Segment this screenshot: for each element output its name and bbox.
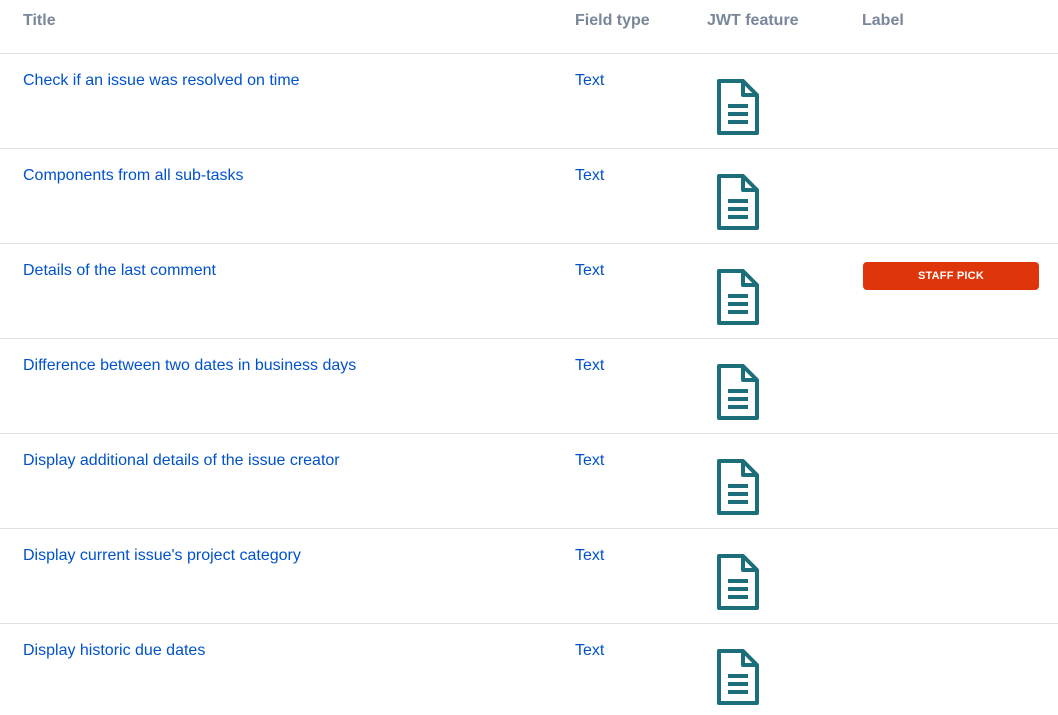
row-label [863,547,1039,575]
row-field-type[interactable]: Text [575,167,604,185]
table-row: Check if an issue was resolved on time T… [0,54,1058,149]
document-icon [714,173,762,231]
row-title-link[interactable]: Display current issue's project category [23,547,301,565]
row-title-link[interactable]: Display historic due dates [23,642,205,660]
row-field-type[interactable]: Text [575,452,604,470]
row-title-link[interactable]: Components from all sub-tasks [23,167,244,185]
row-label [863,642,1039,670]
row-label [863,357,1039,385]
column-header-title[interactable]: Title [23,12,56,30]
table-row: Display additional details of the issue … [0,434,1058,529]
column-header-jwt-feature[interactable]: JWT feature [707,12,799,30]
row-title-link[interactable]: Display additional details of the issue … [23,452,340,470]
table-header: Title Field type JWT feature Label [0,0,1058,54]
row-title-link[interactable]: Check if an issue was resolved on time [23,72,300,90]
row-label [863,452,1039,480]
document-icon [714,78,762,136]
row-field-type[interactable]: Text [575,72,604,90]
row-title-link[interactable]: Details of the last comment [23,262,216,280]
row-label: STAFF PICK [863,262,1039,290]
staff-pick-badge: STAFF PICK [863,262,1039,290]
snippet-table: Title Field type JWT feature Label Check… [0,0,1058,715]
row-field-type[interactable]: Text [575,357,604,375]
document-icon [714,648,762,706]
table-row: Display current issue's project category… [0,529,1058,624]
column-header-field-type[interactable]: Field type [575,12,650,30]
row-title-link[interactable]: Difference between two dates in business… [23,357,356,375]
document-icon [714,553,762,611]
document-icon [714,268,762,326]
row-label [863,167,1039,195]
row-field-type[interactable]: Text [575,547,604,565]
row-field-type[interactable]: Text [575,262,604,280]
table-row: Difference between two dates in business… [0,339,1058,434]
row-label [863,72,1039,100]
row-field-type[interactable]: Text [575,642,604,660]
document-icon [714,363,762,421]
column-header-label[interactable]: Label [862,12,904,30]
table-row: Display historic due dates Text [0,624,1058,715]
document-icon [714,458,762,516]
table-row: Components from all sub-tasks Text [0,149,1058,244]
table-row: Details of the last comment Text STAFF P… [0,244,1058,339]
